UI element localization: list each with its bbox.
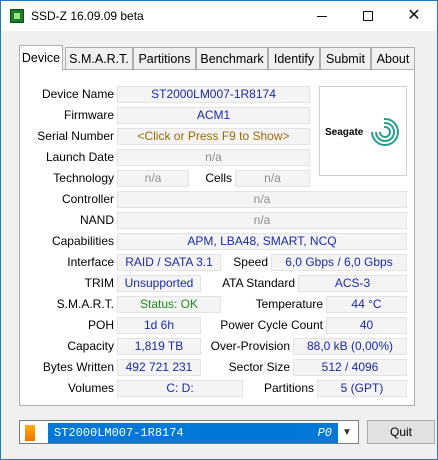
speed-value: 6,0 Gbps / 6,0 Gbps	[271, 254, 407, 271]
capabilities-value: APM, LBA48, SMART, NCQ	[117, 233, 407, 250]
temperature-label: Temperature	[255, 297, 323, 311]
capabilities-label: Capabilities	[51, 234, 114, 248]
smart-status-value: Status: OK	[117, 296, 221, 313]
quit-button[interactable]: Quit	[367, 420, 435, 444]
tab-label: S.M.A.R.T.	[69, 51, 129, 66]
bottom-bar: ST2000LM007-1R8174 P0 ▼ Quit	[19, 420, 435, 444]
poh-value: 1d 6h	[117, 317, 201, 334]
serial-number-value[interactable]: <Click or Press F9 to Show>	[117, 128, 310, 145]
tab-label: Device	[21, 51, 61, 65]
speed-label: Speed	[233, 255, 268, 269]
firmware-label: Firmware	[64, 108, 114, 122]
interface-value: RAID / SATA 3.1	[117, 254, 221, 271]
maximize-icon	[363, 11, 373, 21]
power-cycle-count-value: 40	[326, 317, 407, 334]
brand-logo: Seagate	[319, 86, 407, 176]
device-select-value: ST2000LM007-1R8174 P0	[48, 423, 338, 443]
ata-standard-value: ACS-3	[298, 275, 407, 292]
tab-identify[interactable]: Identify	[268, 47, 320, 69]
partitions-label: Partitions	[263, 381, 314, 395]
tab-label: Identify	[273, 51, 315, 66]
trim-value: Unsupported	[117, 275, 201, 292]
logo-brand-text: Seagate	[325, 127, 364, 138]
seagate-logo-icon	[370, 117, 399, 146]
device-name-label: Device Name	[41, 87, 114, 101]
app-window: SSD-Z 16.09.09 beta ✕ Device S.M.A.R.T. …	[0, 0, 438, 460]
selected-device-port: P0	[317, 426, 332, 440]
close-button[interactable]: ✕	[391, 1, 437, 31]
tab-partitions[interactable]: Partitions	[133, 47, 196, 69]
cells-value: n/a	[235, 170, 310, 187]
controller-value: n/a	[117, 191, 407, 208]
bytes-written-value: 492 721 231	[117, 359, 201, 376]
nand-label: NAND	[79, 213, 114, 227]
tab-label: Submit	[326, 51, 365, 66]
tab-label: About	[376, 51, 410, 66]
minimize-button[interactable]	[299, 1, 345, 31]
smart-label: S.M.A.R.T.	[56, 297, 114, 311]
bytes-written-label: Bytes Written	[42, 360, 114, 374]
controller-label: Controller	[61, 192, 114, 206]
cells-label: Cells	[205, 171, 232, 185]
interface-label: Interface	[67, 255, 114, 269]
sector-size-label: Sector Size	[228, 360, 290, 374]
app-icon	[10, 9, 24, 23]
maximize-button[interactable]	[345, 1, 391, 31]
capacity-label: Capacity	[67, 339, 114, 353]
tab-bar: Device S.M.A.R.T. Partitions Benchmark I…	[19, 45, 419, 70]
tab-label: Benchmark	[200, 51, 264, 66]
close-icon: ✕	[407, 7, 421, 24]
launch-date-value: n/a	[117, 149, 310, 166]
temperature-value: 44 °C	[326, 296, 407, 313]
device-select[interactable]: ST2000LM007-1R8174 P0 ▼	[19, 420, 359, 444]
tab-benchmark[interactable]: Benchmark	[196, 47, 268, 69]
device-panel: Device Name ST2000LM007-1R8174 Firmware …	[19, 69, 415, 406]
device-name-value: ST2000LM007-1R8174	[117, 86, 310, 103]
technology-value: n/a	[117, 170, 189, 187]
firmware-value: ACM1	[117, 107, 310, 124]
volumes-value: C: D:	[117, 380, 243, 397]
over-provision-label: Over-Provision	[210, 339, 290, 353]
ata-standard-label: ATA Standard	[222, 276, 295, 290]
power-cycle-count-label: Power Cycle Count	[220, 318, 323, 332]
capacity-value: 1,819 TB	[117, 338, 201, 355]
tab-submit[interactable]: Submit	[320, 47, 371, 69]
technology-label: Technology	[53, 171, 114, 185]
launch-date-label: Launch Date	[45, 150, 114, 164]
tab-label: Partitions	[138, 51, 191, 66]
volumes-label: Volumes	[67, 381, 114, 395]
sector-size-value: 512 / 4096	[293, 359, 407, 376]
partitions-value: 5 (GPT)	[317, 380, 407, 397]
chevron-down-icon[interactable]: ▼	[342, 427, 352, 438]
serial-number-label: Serial Number	[37, 129, 114, 143]
tab-about[interactable]: About	[371, 47, 415, 69]
tab-device[interactable]: Device	[19, 45, 63, 70]
minimize-icon	[317, 15, 327, 17]
window-title: SSD-Z 16.09.09 beta	[31, 9, 144, 23]
poh-label: POH	[87, 318, 114, 332]
nand-value: n/a	[117, 212, 407, 229]
selected-device-name: ST2000LM007-1R8174	[54, 426, 184, 440]
over-provision-value: 88,0 kB (0,00%)	[293, 338, 407, 355]
drive-icon	[25, 425, 35, 441]
trim-label: TRIM	[84, 276, 114, 290]
tab-smart[interactable]: S.M.A.R.T.	[65, 47, 133, 69]
title-bar[interactable]: SSD-Z 16.09.09 beta ✕	[1, 1, 437, 31]
